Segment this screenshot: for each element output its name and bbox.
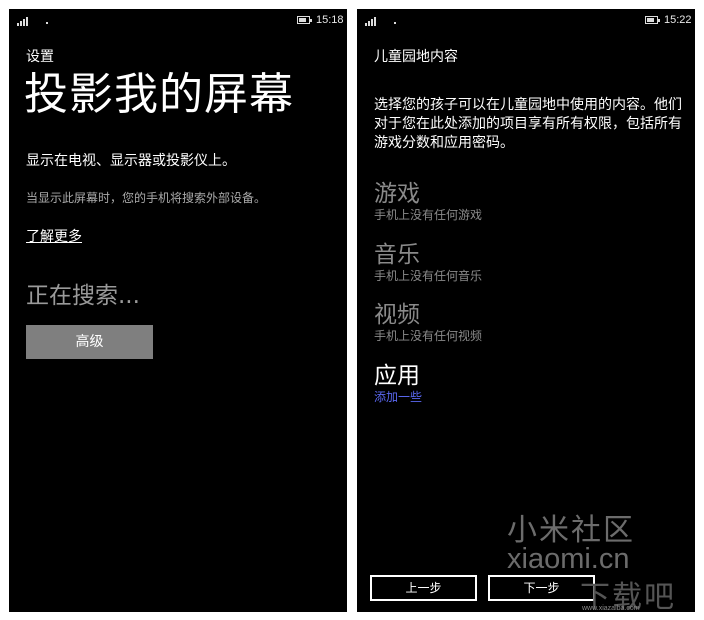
learn-more-link[interactable]: 了解更多	[26, 226, 82, 246]
signal-icon	[365, 17, 379, 26]
network-dot-icon	[394, 22, 396, 24]
add-some-link[interactable]: 添加一些	[374, 390, 422, 404]
category-subtitle: 手机上没有任何音乐	[374, 269, 483, 283]
category-title: 应用	[374, 363, 420, 389]
watermark-url: www.xiazaiba.com	[582, 605, 640, 612]
category-music[interactable]: 音乐 手机上没有任何音乐	[374, 241, 482, 283]
battery-icon	[297, 16, 312, 24]
category-title: 游戏	[374, 181, 420, 207]
advanced-button[interactable]: 高级	[26, 325, 153, 359]
app-title: 儿童园地内容	[374, 49, 458, 65]
phone-screen-project-my-screen: 15:18 设置 投影我的屏幕 显示在电视、显示器或投影仪上。 当显示此屏幕时，…	[9, 9, 347, 612]
status-bar: 15:18	[9, 9, 347, 31]
description: 选择您的孩子可以在儿童园地中使用的内容。他们对于您在此处添加的项目享有所有权限，…	[374, 97, 682, 151]
searching-status: 正在搜索...	[26, 283, 140, 309]
status-time: 15:18	[316, 14, 344, 26]
category-title: 音乐	[374, 242, 420, 268]
status-bar: 15:22	[357, 9, 695, 31]
category-games[interactable]: 游戏 手机上没有任何游戏	[374, 180, 482, 222]
battery-icon	[645, 16, 660, 24]
description: 显示在电视、显示器或投影仪上。	[26, 153, 236, 169]
category-title: 视频	[374, 302, 420, 328]
phone-screen-kids-corner: 15:22 儿童园地内容 选择您的孩子可以在儿童园地中使用的内容。他们对于您在此…	[357, 9, 695, 612]
signal-icon	[17, 17, 31, 26]
status-time: 15:22	[664, 14, 692, 26]
category-video[interactable]: 视频 手机上没有任何视频	[374, 301, 482, 343]
page-title: 投影我的屏幕	[24, 69, 294, 120]
app-title: 设置	[26, 49, 54, 65]
corner-watermark-logo: 下载吧 www.xiazaiba.com	[576, 572, 694, 616]
network-dot-icon	[46, 22, 48, 24]
previous-button[interactable]: 上一步	[370, 575, 477, 601]
category-subtitle: 手机上没有任何游戏	[374, 208, 483, 222]
hint-text: 当显示此屏幕时，您的手机将搜索外部设备。	[26, 191, 267, 205]
category-subtitle: 手机上没有任何视频	[374, 329, 483, 343]
category-apps[interactable]: 应用 添加一些	[374, 362, 422, 404]
